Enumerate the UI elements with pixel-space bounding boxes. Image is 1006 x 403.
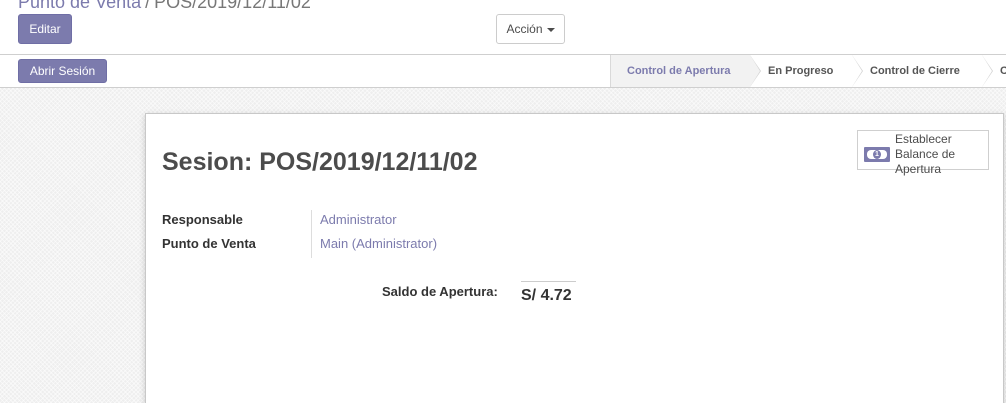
breadcrumb-current: POS/2019/12/11/02 [154, 0, 311, 12]
money-icon [864, 147, 890, 162]
breadcrumb: Punto de Venta / POS/2019/12/11/02 [18, 0, 311, 12]
status-step-label: Control de Apertura [627, 65, 731, 77]
status-step-in-progress[interactable]: En Progreso [750, 55, 863, 87]
statusbar: Abrir Sesión Control de Apertura En Prog… [0, 55, 1006, 88]
open-session-label: Abrir Sesión [29, 64, 96, 78]
action-dropdown-button[interactable]: Acción [496, 14, 565, 44]
opening-balance-label: Saldo de Apertura: [382, 284, 498, 299]
set-opening-balance-button[interactable]: Establecer Balance de Apertura [857, 130, 989, 176]
caret-down-icon [546, 28, 555, 32]
opening-balance-value: S/ 4.72 [521, 281, 576, 305]
status-step-opening-control[interactable]: Control de Apertura [611, 55, 761, 87]
set-opening-balance-label: Establecer Balance de Apertura [895, 132, 995, 177]
responsible-value-link[interactable]: Administrator [320, 212, 397, 227]
edit-button[interactable]: Editar [18, 14, 72, 44]
field-divider [311, 210, 312, 258]
session-title: Sesion: POS/2019/12/11/02 [162, 148, 478, 176]
status-step-label: En Progreso [768, 65, 834, 77]
responsible-label: Responsable [162, 212, 243, 227]
action-dropdown-label: Acción [506, 22, 543, 36]
balance-label-line: Balance de [895, 147, 956, 161]
point-of-sale-value-link[interactable]: Main (Administrator) [320, 236, 437, 251]
balance-label-line: Establecer [895, 132, 952, 146]
status-step-closing-control[interactable]: Control de Cierre [852, 55, 993, 87]
status-step-label: Control de Cierre [870, 65, 960, 77]
open-session-button[interactable]: Abrir Sesión [18, 59, 107, 83]
breadcrumb-separator: / [145, 0, 151, 12]
status-steps: Control de Apertura En Progreso Control … [610, 55, 1006, 87]
edit-button-label: Editar [29, 22, 61, 36]
control-panel: Punto de Venta / POS/2019/12/11/02 Editar … [0, 0, 1006, 55]
point-of-sale-label: Punto de Venta [162, 236, 256, 251]
breadcrumb-parent-link[interactable]: Punto de Venta [18, 0, 141, 12]
balance-label-line: Apertura [895, 162, 942, 176]
status-step-label: C [1000, 65, 1006, 77]
